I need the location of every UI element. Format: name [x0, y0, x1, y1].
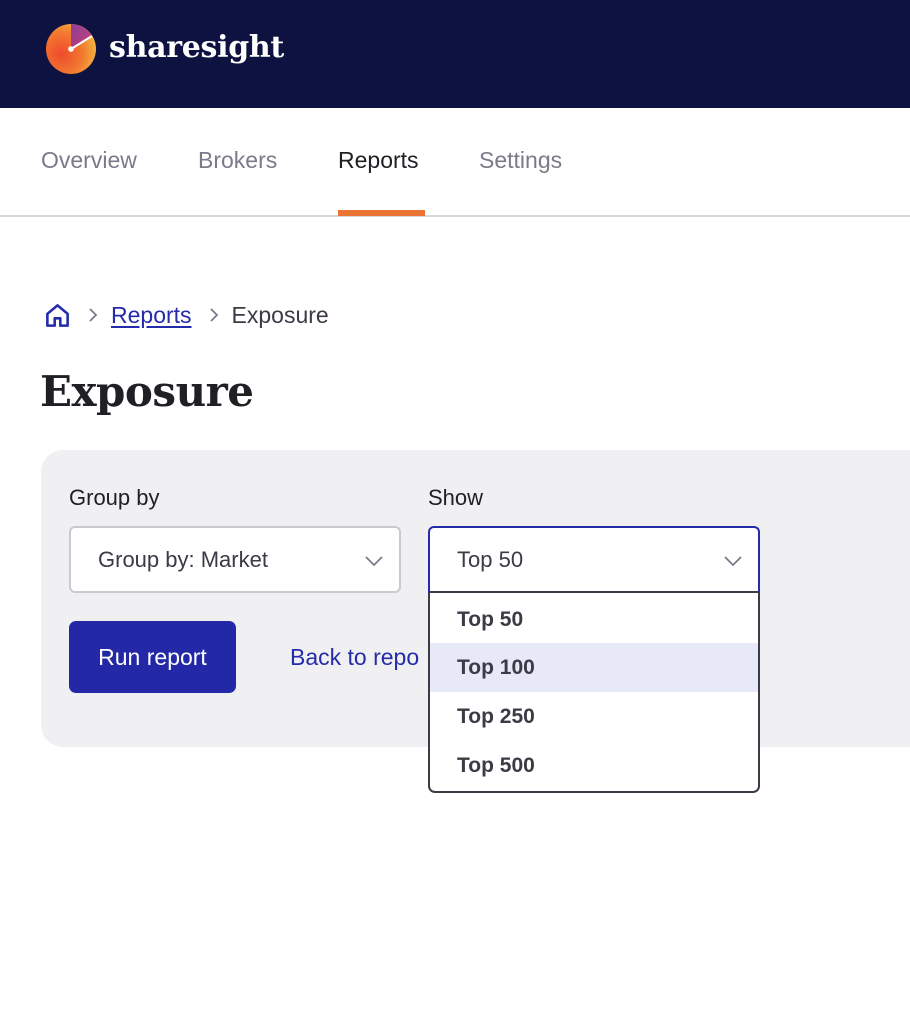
breadcrumb: Reports Exposure: [44, 300, 329, 330]
top-header: sharesight: [0, 0, 910, 108]
breadcrumb-current: Exposure: [231, 301, 329, 328]
tab-overview[interactable]: Overview: [41, 146, 137, 174]
show-options-list: Top 50 Top 100 Top 250 Top 500: [428, 593, 760, 793]
show-value: Top 50: [457, 547, 524, 572]
chevron-down-icon: [724, 556, 742, 567]
run-report-button[interactable]: Run report: [69, 621, 236, 693]
group-by-value: Group by: Market: [98, 547, 268, 572]
tab-reports[interactable]: Reports: [338, 146, 419, 174]
option-top-250[interactable]: Top 250: [430, 692, 758, 741]
breadcrumb-reports-link[interactable]: Reports: [111, 302, 192, 329]
chevron-down-icon: [365, 556, 383, 567]
main-nav-tabs: Overview Brokers Reports Settings: [0, 108, 910, 217]
active-tab-indicator: [338, 210, 425, 216]
brand-name: sharesight: [109, 30, 284, 65]
chevron-right-icon: [209, 308, 218, 322]
option-top-100[interactable]: Top 100: [430, 643, 758, 692]
tab-brokers[interactable]: Brokers: [198, 146, 277, 174]
home-icon[interactable]: [44, 302, 71, 329]
group-by-label: Group by: [69, 485, 160, 510]
option-top-500[interactable]: Top 500: [430, 741, 758, 790]
show-label: Show: [428, 485, 484, 510]
group-by-select[interactable]: Group by: Market: [69, 526, 401, 593]
chevron-right-icon: [89, 308, 98, 322]
show-select[interactable]: Top 50: [428, 526, 760, 593]
sharesight-logo-icon[interactable]: [46, 24, 96, 74]
page-title: Exposure: [40, 367, 254, 416]
back-to-reports-link[interactable]: Back to repo: [290, 642, 419, 672]
option-top-50[interactable]: Top 50: [430, 595, 758, 644]
tab-settings[interactable]: Settings: [479, 146, 562, 174]
